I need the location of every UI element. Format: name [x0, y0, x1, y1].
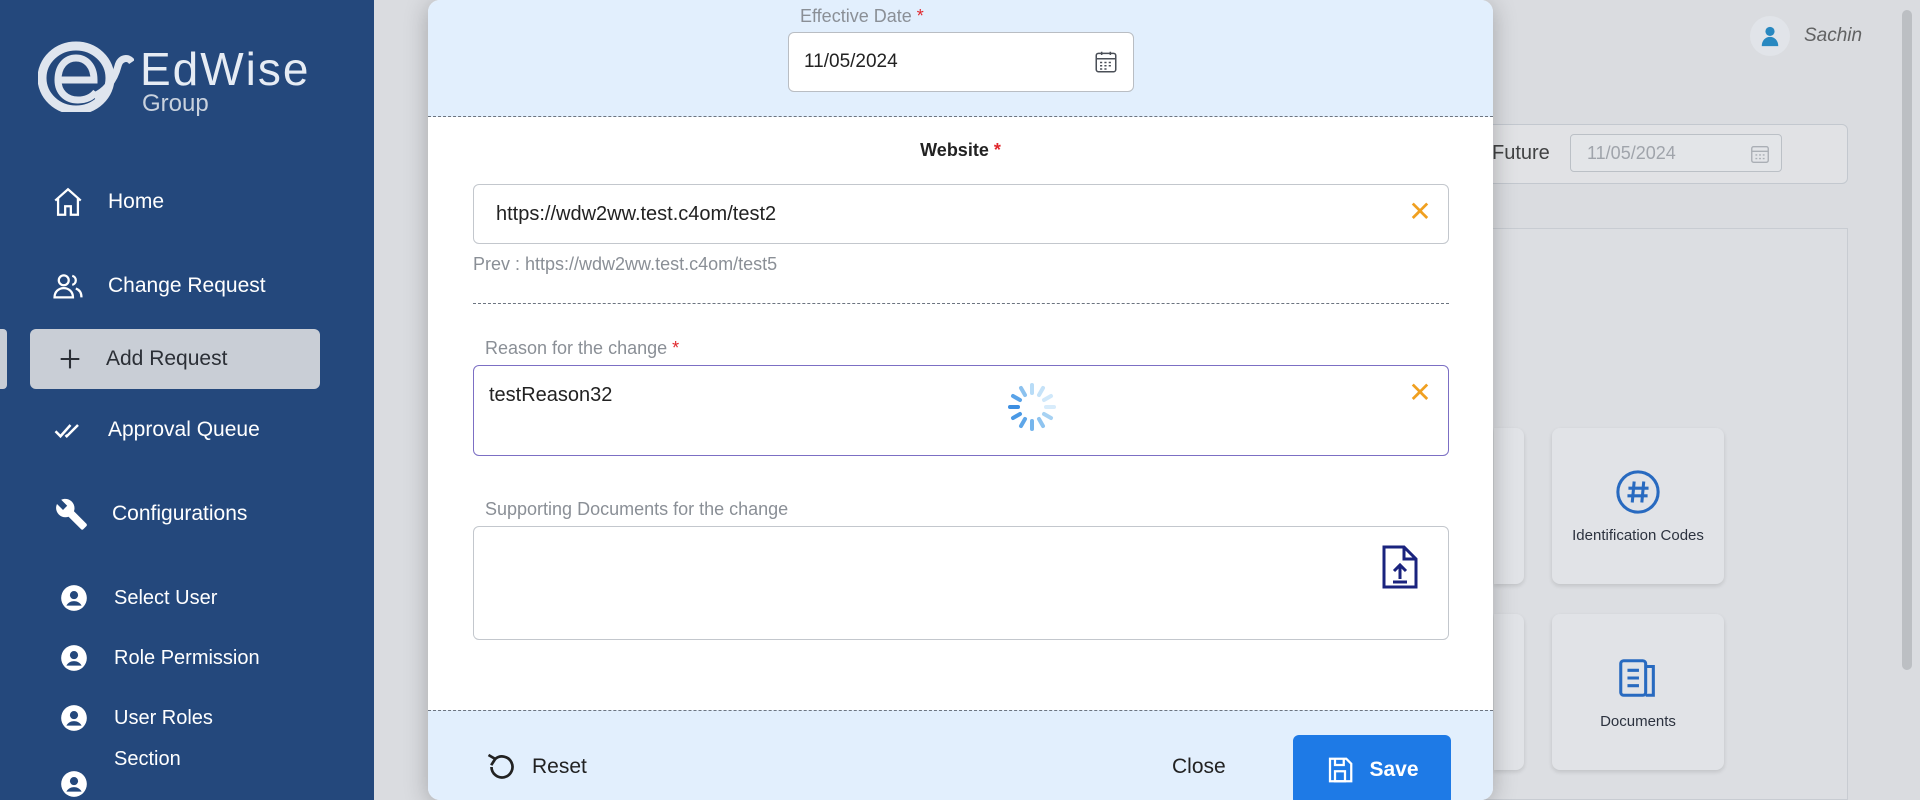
user-circle-icon [54, 638, 94, 678]
reason-textarea[interactable]: testReason32 ✕ [473, 365, 1449, 456]
reset-icon [487, 753, 514, 779]
file-upload-icon[interactable] [1382, 545, 1418, 589]
documents-dropzone[interactable] [473, 526, 1449, 640]
effective-date-value: 11/05/2024 [804, 51, 898, 72]
website-previous-value: Prev : https://wdw2ww.test.c4om/test5 [473, 254, 778, 274]
reset-label: Reset [532, 755, 587, 778]
sidebar-item-label: Approval Queue [108, 418, 260, 441]
sidebar-item-user-roles[interactable]: User Roles [54, 688, 213, 748]
user-circle-icon [54, 698, 94, 738]
home-icon [48, 182, 88, 222]
clear-website-icon[interactable]: ✕ [1408, 198, 1432, 226]
sidebar-item-label: Configurations [112, 502, 248, 525]
save-icon [1329, 757, 1353, 783]
website-value: https://wdw2ww.test.c4om/test2 [496, 203, 777, 225]
sidebar-item-label: Change Request [108, 274, 266, 297]
brand-subtitle: Group [142, 90, 209, 117]
section-divider [473, 303, 1449, 304]
effective-date-label: Effective Date * [800, 6, 924, 26]
sidebar-item-label: Home [108, 190, 165, 213]
user-circle-icon [54, 764, 94, 800]
sidebar-item-approval-queue[interactable]: Approval Queue [48, 400, 260, 460]
users-icon [48, 266, 88, 306]
sidebar-item-label: Section [114, 748, 181, 770]
plus-icon [50, 339, 90, 379]
sidebar-item-label: Role Permission [114, 646, 260, 669]
dialog-header: Effective Date * 11/05/2024 [428, 0, 1493, 117]
sidebar-item-section[interactable]: Section [54, 748, 181, 800]
sidebar-item-label: User Roles [114, 706, 213, 729]
sidebar-item-home[interactable]: Home [48, 172, 164, 232]
sidebar: EdWise Group Home Change Request Add Req… [0, 0, 374, 800]
user-circle-icon [54, 578, 94, 618]
sidebar-item-label: Add Request [106, 347, 228, 370]
brand-name: EdWise [140, 43, 311, 95]
loading-spinner-icon [1008, 383, 1056, 431]
reason-value: testReason32 [489, 384, 613, 406]
required-marker: * [916, 6, 924, 26]
edwise-logo-icon [38, 41, 134, 112]
active-indicator [0, 329, 7, 389]
required-marker: * [993, 140, 1001, 160]
sidebar-item-add-request[interactable]: Add Request [30, 329, 320, 389]
sidebar-item-change-request[interactable]: Change Request [48, 256, 266, 316]
reset-button[interactable]: Reset [484, 749, 587, 785]
save-label: Save [1369, 758, 1419, 781]
double-check-icon [48, 410, 88, 450]
wrench-icon [52, 494, 92, 534]
save-button[interactable]: Save [1293, 735, 1451, 800]
sidebar-item-label: Select User [114, 586, 218, 609]
sidebar-item-configurations[interactable]: Configurations [52, 484, 247, 544]
calendar-icon[interactable] [1093, 49, 1119, 75]
brand-logo: EdWise Group [38, 36, 338, 117]
sidebar-item-role-permission[interactable]: Role Permission [54, 628, 260, 688]
clear-reason-icon[interactable]: ✕ [1408, 379, 1432, 407]
effective-date-input[interactable]: 11/05/2024 [788, 32, 1134, 92]
documents-label: Supporting Documents for the change [485, 499, 789, 519]
website-input[interactable]: https://wdw2ww.test.c4om/test2 ✕ [473, 184, 1449, 244]
close-button[interactable]: Close [1172, 755, 1226, 779]
reason-label: Reason for the change * [485, 338, 680, 358]
required-marker: * [672, 338, 680, 358]
edit-request-dialog: Effective Date * 11/05/2024 Website * ht… [428, 0, 1493, 800]
dialog-footer: Reset Close Save [428, 710, 1493, 800]
sidebar-item-select-user[interactable]: Select User [54, 568, 217, 628]
website-label: Website * [920, 140, 1001, 160]
